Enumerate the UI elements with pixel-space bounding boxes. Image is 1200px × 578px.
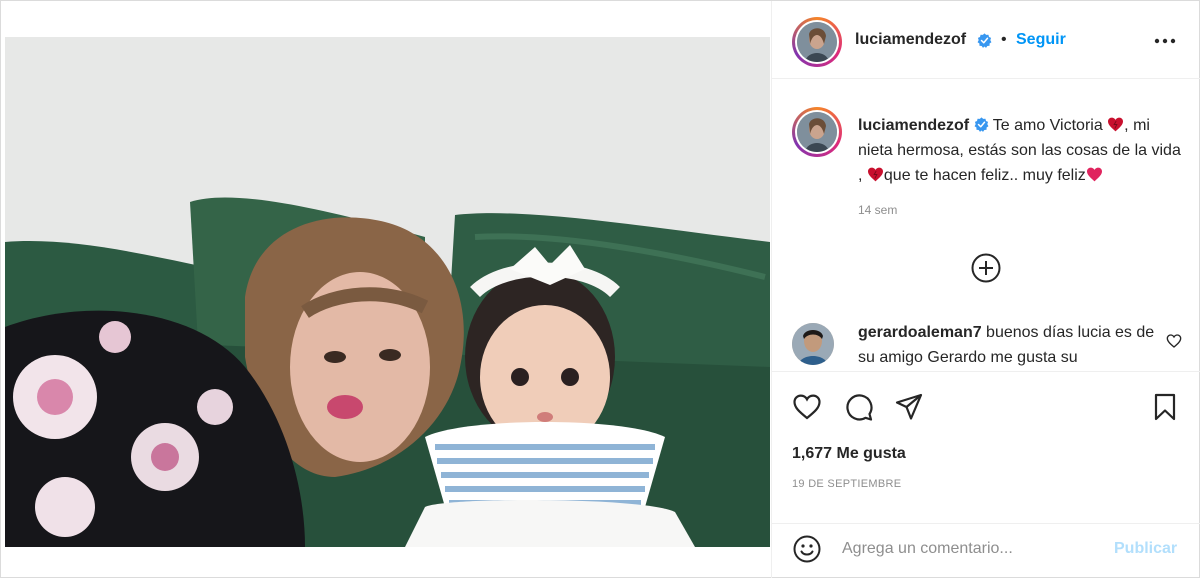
- comment-item: gerardoaleman7 buenos días lucia es de s…: [772, 319, 1200, 379]
- commenter-avatar[interactable]: [792, 323, 834, 365]
- caption-time[interactable]: 14 sem: [858, 203, 897, 217]
- instagram-post: luciamendezof • Seguir luciamendezof Te …: [0, 0, 1200, 578]
- commenter-username[interactable]: gerardoaleman7: [858, 324, 982, 341]
- avatar-image: [792, 323, 834, 365]
- comment-bubble-icon[interactable]: [844, 392, 874, 422]
- follow-button[interactable]: Seguir: [1016, 31, 1066, 49]
- post-sidebar: luciamendezof • Seguir luciamendezof Te …: [771, 1, 1200, 578]
- save-bookmark-icon[interactable]: [1150, 392, 1180, 422]
- verified-badge-icon: [974, 117, 989, 132]
- comment-text: gerardoaleman7 buenos días lucia es de s…: [858, 320, 1158, 370]
- plus-circle-icon[interactable]: [970, 252, 1002, 284]
- comment-heart-icon[interactable]: [1166, 333, 1182, 349]
- heart-emoji-icon: [867, 167, 883, 182]
- caption-author-avatar[interactable]: [792, 107, 842, 157]
- comment-input[interactable]: [842, 536, 1092, 562]
- caption-segment-1: Te amo Victoria: [988, 117, 1108, 134]
- post-header: luciamendezof • Seguir: [772, 1, 1200, 79]
- likes-count[interactable]: 1,677 Me gusta: [792, 445, 906, 463]
- like-heart-icon[interactable]: [792, 392, 822, 422]
- emoji-icon[interactable]: [792, 534, 822, 564]
- post-photo[interactable]: [5, 37, 770, 547]
- post-date[interactable]: 19 DE SEPTIEMBRE: [792, 478, 901, 490]
- avatar-image: [797, 22, 837, 62]
- verified-badge-icon: [977, 33, 992, 48]
- publish-button[interactable]: Publicar: [1114, 540, 1177, 558]
- more-options-icon[interactable]: [1150, 29, 1180, 53]
- heart-emoji-icon: [1086, 167, 1102, 182]
- caption-text: luciamendezof Te amo Victoria , mi nieta…: [858, 113, 1188, 188]
- header-separator: •: [1001, 31, 1007, 48]
- heart-emoji-icon: [1108, 117, 1124, 132]
- add-comment-bar: Publicar: [772, 523, 1200, 578]
- post-photo-image: [5, 37, 770, 547]
- caption-username[interactable]: luciamendezof: [858, 117, 969, 134]
- post-actions: 1,677 Me gusta 19 DE SEPTIEMBRE: [772, 371, 1200, 525]
- avatar-image: [797, 112, 837, 152]
- share-send-icon[interactable]: [894, 392, 924, 422]
- author-avatar[interactable]: [792, 17, 842, 67]
- caption-segment-3: que te hacen feliz.. muy feliz: [883, 167, 1086, 184]
- author-username[interactable]: luciamendezof: [855, 31, 966, 49]
